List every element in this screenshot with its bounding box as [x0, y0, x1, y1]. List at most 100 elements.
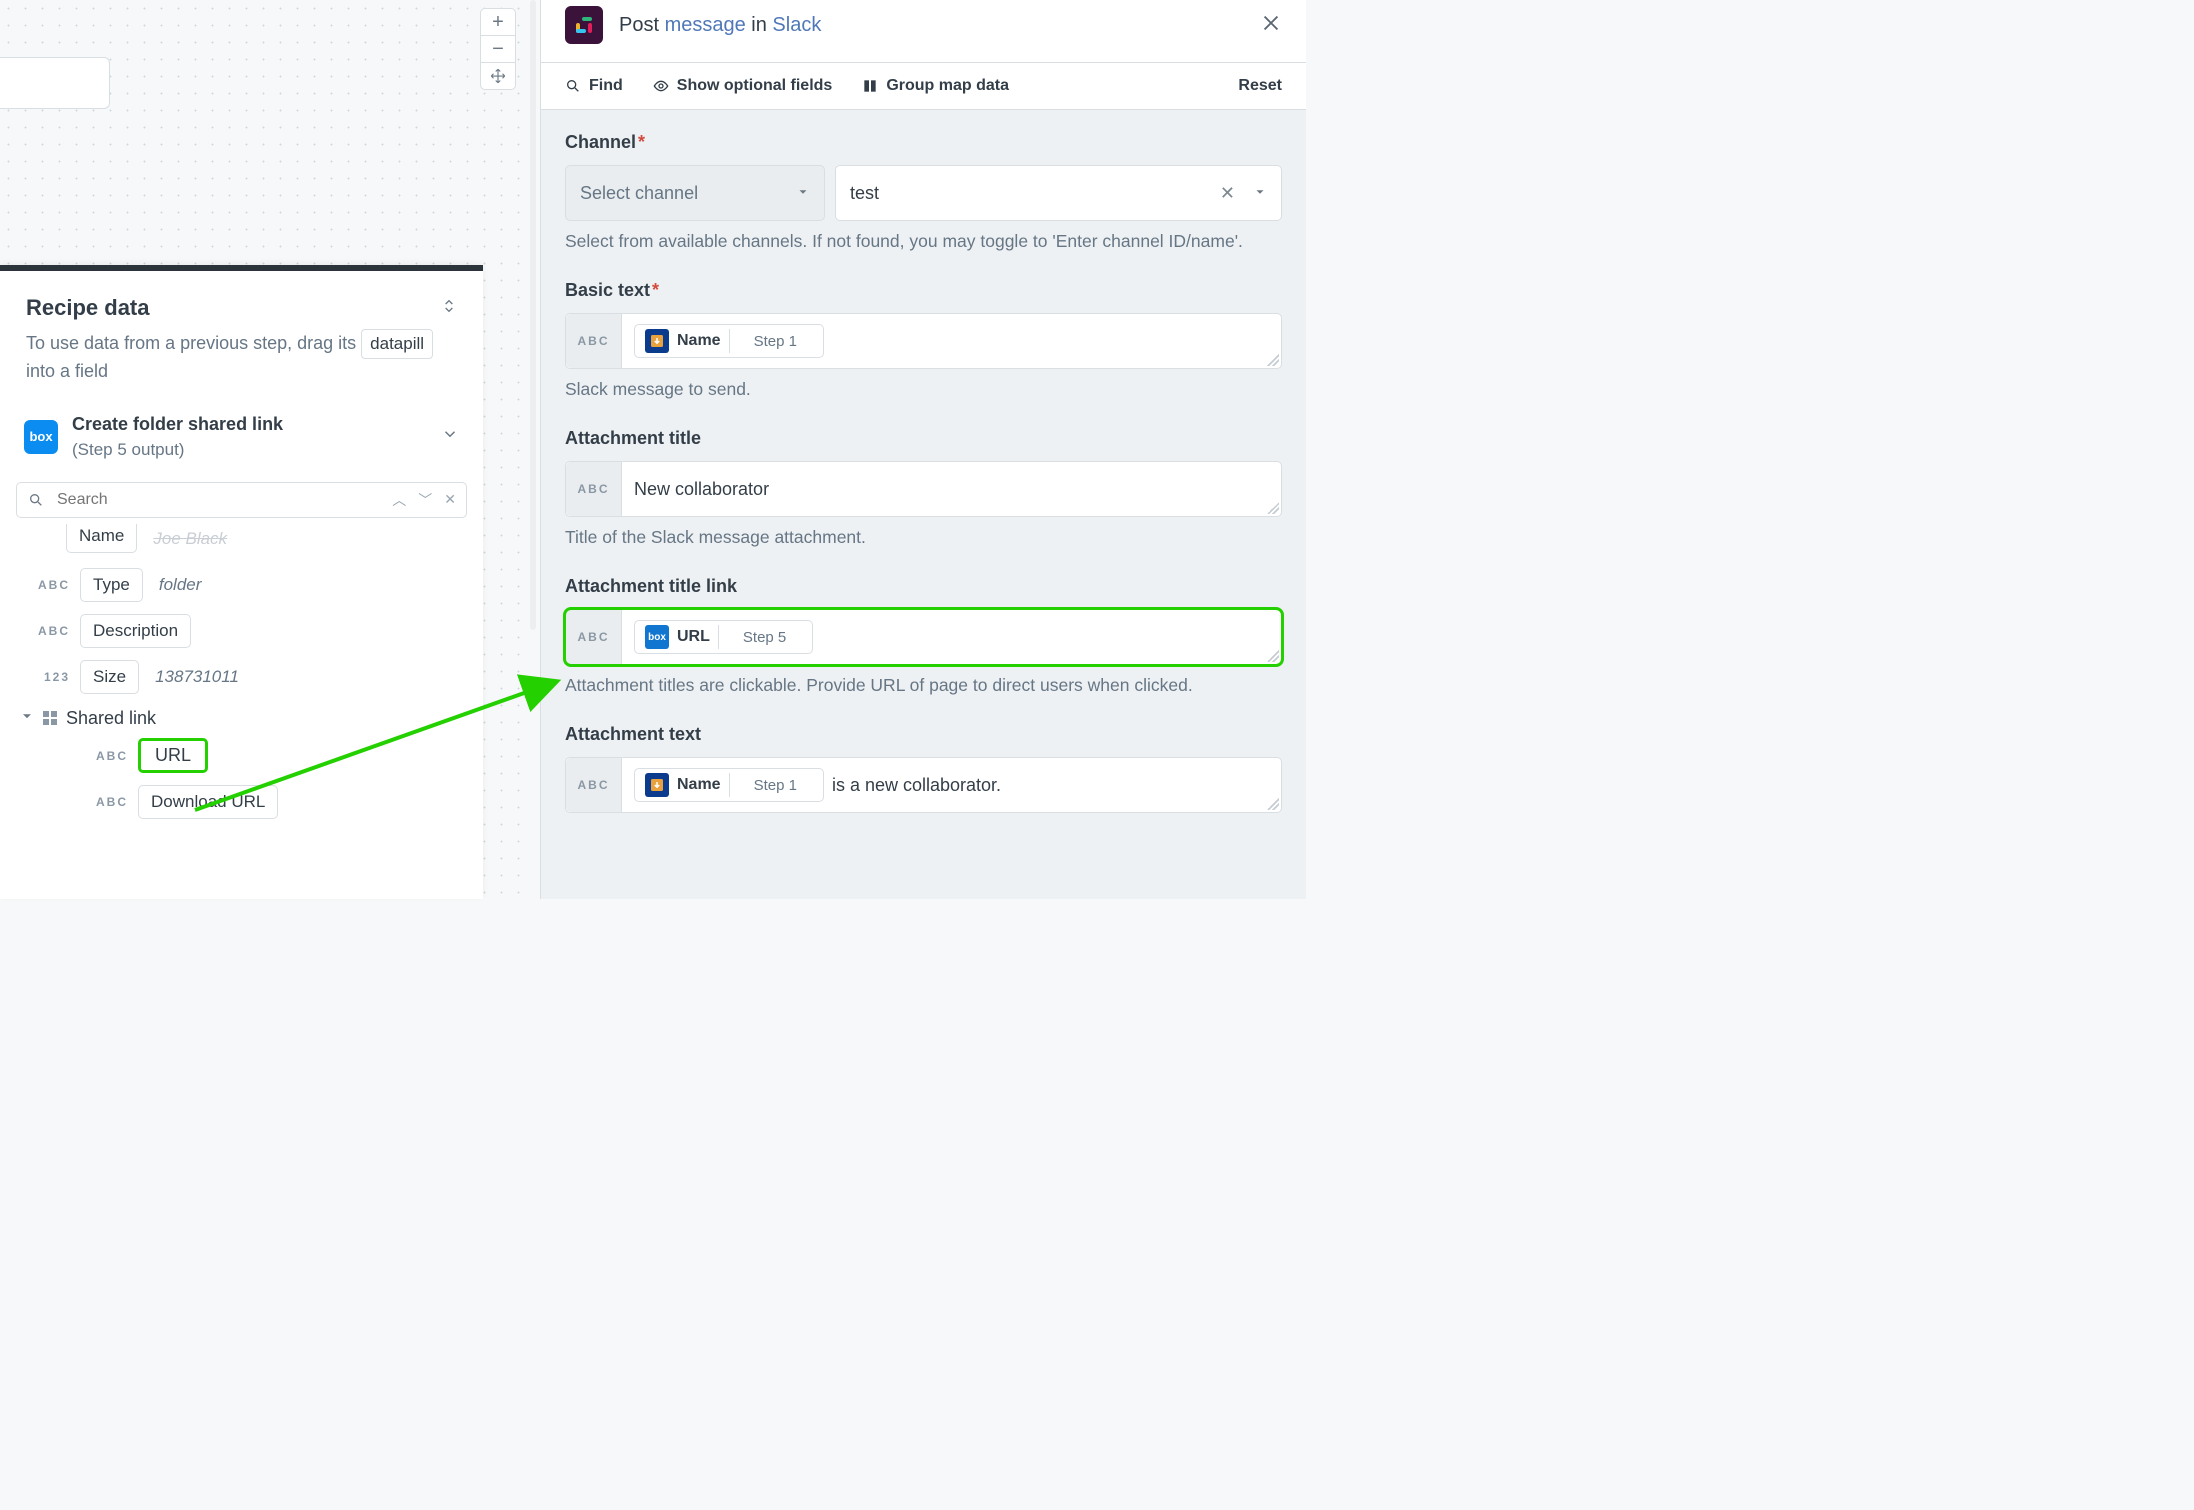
action-title-message-link[interactable]: message: [665, 14, 746, 36]
datapill-type[interactable]: Type: [80, 568, 143, 602]
canvas-node-stub[interactable]: [0, 57, 110, 109]
field-label-attachment-text: Attachment text: [565, 724, 1282, 745]
search-icon: [565, 78, 581, 94]
attachment-title-link-input[interactable]: ABC box URL Step 5: [565, 609, 1282, 665]
zoom-in-button[interactable]: +: [481, 9, 515, 35]
recipe-data-header: Recipe data To use data from a previous …: [0, 271, 483, 404]
datapill-description[interactable]: Description: [80, 614, 191, 648]
datapill-size[interactable]: Size: [80, 660, 139, 694]
datapill-url-step5[interactable]: box URL Step 5: [634, 620, 813, 654]
zoom-out-button[interactable]: −: [481, 36, 515, 62]
attachment-title-help: Title of the Slack message attachment.: [565, 527, 1282, 548]
tree-row-size: 123 Size 138731011: [16, 654, 467, 700]
search-clear-button[interactable]: ✕: [444, 491, 456, 508]
reset-button[interactable]: Reset: [1238, 77, 1282, 95]
tree-group-label: Shared link: [66, 708, 156, 729]
tree-group-shared-link[interactable]: Shared link: [20, 708, 467, 729]
datapill-chip: datapill: [361, 329, 433, 359]
datapill-search-input[interactable]: [55, 483, 392, 517]
attachment-title-input[interactable]: ABC New collaborator: [565, 461, 1282, 517]
field-attachment-title-link: Attachment title link ABC box URL Step 5…: [565, 576, 1282, 696]
field-label-channel: Channel*: [565, 132, 1282, 153]
recipe-data-subtitle-pre: To use data from a previous step, drag i…: [26, 333, 361, 353]
attachment-title-link-help: Attachment titles are clickable. Provide…: [565, 675, 1282, 696]
basic-text-input[interactable]: ABC Name Step 1: [565, 313, 1282, 369]
type-tag-num: 123: [28, 670, 70, 684]
group-map-label: Group map data: [886, 77, 1009, 95]
datapill-search[interactable]: ︿ ﹀ ✕: [16, 482, 467, 518]
datapill-name-label: Name: [677, 332, 721, 350]
search-nav: ︿ ﹀ ✕: [392, 490, 466, 510]
datapill-url[interactable]: URL: [138, 738, 208, 773]
resize-handle[interactable]: [1267, 354, 1279, 366]
search-icon: [17, 492, 55, 508]
download-icon: [645, 773, 669, 797]
tree-row-url: ABC URL: [16, 733, 467, 779]
datapill-name[interactable]: Name: [66, 524, 137, 553]
type-tag-abc: ABC: [28, 578, 70, 592]
show-optional-button[interactable]: Show optional fields: [653, 77, 833, 95]
channel-value-input[interactable]: test ✕: [835, 165, 1282, 221]
channel-clear-button[interactable]: ✕: [1220, 183, 1235, 204]
field-label-attachment-title: Attachment title: [565, 428, 1282, 449]
datapill-name-value: Joe Black: [153, 529, 227, 549]
type-tag-abc: ABC: [566, 462, 622, 516]
scrollbar[interactable]: [530, 0, 536, 630]
recipe-data-subtitle-post: into a field: [26, 361, 108, 381]
action-title-slack-link[interactable]: Slack: [772, 14, 821, 36]
find-label: Find: [589, 77, 623, 95]
datapill-name-step1[interactable]: Name Step 1: [634, 768, 824, 802]
eye-icon: [653, 78, 669, 94]
datapill-step-label: Step 5: [727, 629, 802, 646]
type-tag-abc: ABC: [86, 749, 128, 763]
action-title: Post message in Slack: [619, 14, 821, 37]
channel-select[interactable]: Select channel: [565, 165, 825, 221]
resize-handle[interactable]: [1267, 502, 1279, 514]
datapill-name-label: URL: [677, 628, 710, 646]
datapill-type-value: folder: [159, 575, 202, 595]
step-subtitle: (Step 5 output): [72, 440, 441, 460]
datapill-size-value: 138731011: [155, 667, 239, 687]
expand-panel-button[interactable]: [441, 298, 457, 319]
step-header[interactable]: box Create folder shared link (Step 5 ou…: [16, 404, 467, 470]
recipe-data-subtitle: To use data from a previous step, drag i…: [26, 329, 457, 384]
search-next-button[interactable]: ﹀: [418, 490, 432, 510]
action-toolbar: Find Show optional fields Group map data…: [541, 62, 1306, 110]
expand-vertical-icon: [441, 298, 457, 314]
recipe-data-title: Recipe data: [26, 295, 150, 321]
datapill-name-label: Name: [677, 776, 721, 794]
type-tag-abc: ABC: [566, 314, 622, 368]
action-title-pre: Post: [619, 14, 665, 36]
attachment-text-trail: is a new collaborator.: [832, 775, 1001, 796]
field-attachment-text: Attachment text ABC Name Step 1 is a new…: [565, 724, 1282, 813]
close-panel-button[interactable]: [1260, 12, 1282, 39]
zoom-fit-button[interactable]: [481, 63, 515, 89]
datapill-download-url[interactable]: Download URL: [138, 785, 278, 819]
type-tag-abc: ABC: [566, 610, 622, 664]
channel-dropdown-button[interactable]: [1253, 183, 1267, 204]
chevron-down-icon: [441, 425, 459, 443]
action-header: Post message in Slack: [541, 0, 1306, 62]
columns-icon: [862, 78, 878, 94]
box-logo-icon: box: [645, 625, 669, 649]
attachment-text-input[interactable]: ABC Name Step 1 is a new collaborator.: [565, 757, 1282, 813]
zoom-controls: + −: [480, 8, 516, 90]
step-collapse-toggle[interactable]: [441, 425, 459, 448]
basic-text-help: Slack message to send.: [565, 379, 1282, 400]
close-icon: [1260, 12, 1282, 34]
tree-row-type: ABC Type folder: [16, 562, 467, 608]
tree-row-download-url: ABC Download URL: [16, 779, 467, 825]
box-logo-icon: box: [24, 420, 58, 454]
show-optional-label: Show optional fields: [677, 77, 833, 95]
channel-value: test: [850, 183, 879, 204]
resize-handle[interactable]: [1267, 650, 1279, 662]
step-output-section: box Create folder shared link (Step 5 ou…: [0, 404, 483, 470]
resize-handle[interactable]: [1267, 798, 1279, 810]
type-tag-abc: ABC: [86, 795, 128, 809]
channel-select-placeholder: Select channel: [580, 183, 698, 204]
group-map-button[interactable]: Group map data: [862, 77, 1009, 95]
action-config-panel: Post message in Slack Find Show optional…: [540, 0, 1306, 899]
datapill-name-step1[interactable]: Name Step 1: [634, 324, 824, 358]
find-button[interactable]: Find: [565, 77, 623, 95]
search-prev-button[interactable]: ︿: [392, 490, 406, 510]
